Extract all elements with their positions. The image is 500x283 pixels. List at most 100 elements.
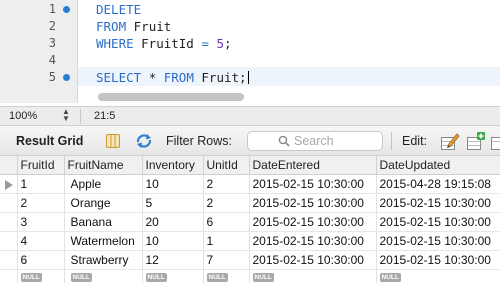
cell-unitid[interactable]: 7: [203, 250, 250, 270]
add-row-icon[interactable]: [466, 131, 486, 151]
code-line[interactable]: DELETE: [96, 1, 141, 18]
code-token: SELECT: [96, 70, 149, 85]
null-badge: NULL: [70, 272, 92, 282]
cell-unitid[interactable]: 2: [203, 193, 250, 213]
search-icon: [278, 135, 290, 147]
cell-fruitid[interactable]: 2: [17, 193, 65, 213]
row-marker[interactable]: [0, 212, 18, 232]
cell-fruitid[interactable]: 4: [17, 231, 65, 251]
cell-dateentered[interactable]: NULL: [249, 269, 377, 283]
cell-dateentered[interactable]: 2015-02-15 10:30:00: [249, 231, 377, 251]
statement-marker-icon[interactable]: [63, 74, 70, 81]
cell-fruitid[interactable]: NULL: [17, 269, 65, 283]
edit-cell-icon[interactable]: [440, 131, 460, 151]
column-header-dateentered[interactable]: DateEntered: [249, 156, 377, 175]
gutter-divider: [77, 0, 78, 103]
cell-fruitname[interactable]: NULL: [64, 269, 143, 283]
cell-inventory[interactable]: 20: [142, 212, 204, 232]
text-caret: [247, 71, 249, 84]
column-header-inventory[interactable]: Inventory: [142, 156, 204, 175]
code-line[interactable]: FROM Fruit: [96, 18, 171, 35]
row-marker[interactable]: [0, 250, 18, 270]
column-header-dateupdated[interactable]: DateUpdated: [376, 156, 500, 175]
cell-inventory[interactable]: 10: [142, 231, 204, 251]
row-marker[interactable]: [0, 174, 18, 194]
cell-inventory[interactable]: 10: [142, 174, 204, 194]
cell-dateupdated[interactable]: 2015-04-28 19:15:08: [376, 174, 500, 194]
cell-fruitname[interactable]: Orange: [64, 193, 143, 213]
null-badge: NULL: [145, 272, 167, 282]
row-marker: [0, 269, 18, 283]
code-line[interactable]: WHERE FruitId = 5;: [96, 35, 232, 52]
cell-inventory[interactable]: 5: [142, 193, 204, 213]
cell-unitid[interactable]: 6: [203, 212, 250, 232]
cell-unitid[interactable]: 2: [203, 174, 250, 194]
cell-inventory[interactable]: 12: [142, 250, 204, 270]
column-header-fruitname[interactable]: FruitName: [64, 156, 143, 175]
cell-dateupdated[interactable]: 2015-02-15 10:30:00: [376, 250, 500, 270]
result-grid[interactable]: FruitId FruitName Inventory UnitId DateE…: [0, 156, 500, 283]
code-token: *: [148, 70, 164, 85]
code-token: 5: [216, 36, 224, 51]
grid-layout-icon[interactable]: [105, 133, 121, 149]
code-token: Fruit: [133, 19, 172, 34]
code-token: ;: [223, 36, 232, 51]
cell-unitid[interactable]: NULL: [203, 269, 250, 283]
table-row[interactable]: 2 Orange 5 2 2015-02-15 10:30:00 2015-02-15 1…: [0, 193, 500, 213]
zoom-stepper-icon[interactable]: ▲ ▼: [62, 108, 70, 123]
cell-unitid[interactable]: 1: [203, 231, 250, 251]
code-line[interactable]: SELECT * FROM Fruit;: [96, 69, 249, 86]
code-token: FROM: [163, 70, 202, 85]
null-badge: NULL: [252, 272, 274, 282]
cell-fruitname[interactable]: Watermelon: [64, 231, 143, 251]
statement-marker-icon[interactable]: [63, 6, 70, 13]
line-number-gutter: 1 2 3 4 5: [0, 0, 77, 103]
line-number: 5: [48, 70, 56, 84]
null-badge: NULL: [379, 272, 401, 282]
cell-fruitname[interactable]: Strawberry: [64, 250, 143, 270]
table-row[interactable]: 4 Watermelon 10 1 2015-02-15 10:30:00 2015-02…: [0, 231, 500, 251]
table-row[interactable]: 1 Apple 10 2 2015-02-15 10:30:00 2015-04-28 1…: [0, 174, 500, 194]
cell-dateupdated[interactable]: NULL: [376, 269, 500, 283]
cell-fruitid[interactable]: 3: [17, 212, 65, 232]
null-badge: NULL: [20, 272, 42, 282]
row-marker[interactable]: [0, 231, 18, 251]
cell-fruitname[interactable]: Banana: [64, 212, 143, 232]
filter-search-box[interactable]: [247, 131, 383, 151]
code-token: Fruit;: [201, 70, 247, 85]
search-input[interactable]: [294, 133, 380, 149]
row-marker-header: [0, 156, 18, 175]
result-toolbar: Result Grid Filter Rows: Edit:: [0, 126, 500, 156]
cell-dateentered[interactable]: 2015-02-15 10:30:00: [249, 174, 377, 194]
cell-fruitid[interactable]: 6: [17, 250, 65, 270]
sql-editor[interactable]: 1 2 3 4 5 DELETE FROM Fruit WHERE FruitI…: [0, 0, 500, 103]
line-number: 2: [48, 19, 56, 33]
cell-dateupdated[interactable]: 2015-02-15 10:30:00: [376, 231, 500, 251]
cell-dateentered[interactable]: 2015-02-15 10:30:00: [249, 250, 377, 270]
column-header-unitid[interactable]: UnitId: [203, 156, 250, 175]
code-token: DELETE: [96, 2, 142, 17]
table-row[interactable]: 3 Banana 20 6 2015-02-15 10:30:00 2015-02-15 …: [0, 212, 500, 232]
line-number: 3: [48, 36, 56, 50]
cell-dateupdated[interactable]: 2015-02-15 10:30:00: [376, 193, 500, 213]
cell-inventory[interactable]: NULL: [142, 269, 204, 283]
cursor-position: 21:5: [94, 110, 116, 122]
code-token: WHERE: [96, 36, 142, 51]
column-header-fruitid[interactable]: FruitId: [17, 156, 65, 175]
filter-rows-label: Filter Rows:: [166, 134, 232, 148]
code-token: =: [201, 36, 217, 51]
cell-dateentered[interactable]: 2015-02-15 10:30:00: [249, 193, 377, 213]
delete-row-icon[interactable]: [490, 131, 500, 151]
cell-dateupdated[interactable]: 2015-02-15 10:30:00: [376, 212, 500, 232]
refresh-icon[interactable]: [135, 133, 153, 149]
line-number: 1: [48, 2, 56, 16]
new-row[interactable]: NULL NULL NULL NULL NULL NULL: [0, 269, 500, 283]
horizontal-scrollbar[interactable]: [98, 93, 244, 101]
cell-fruitid[interactable]: 1: [17, 174, 65, 194]
edit-label: Edit:: [402, 134, 428, 148]
table-row[interactable]: 6 Strawberry 12 7 2015-02-15 10:30:00 2015-02…: [0, 250, 500, 270]
row-marker[interactable]: [0, 193, 18, 213]
zoom-level[interactable]: 100%: [9, 110, 37, 122]
cell-fruitname[interactable]: Apple: [64, 174, 143, 194]
cell-dateentered[interactable]: 2015-02-15 10:30:00: [249, 212, 377, 232]
